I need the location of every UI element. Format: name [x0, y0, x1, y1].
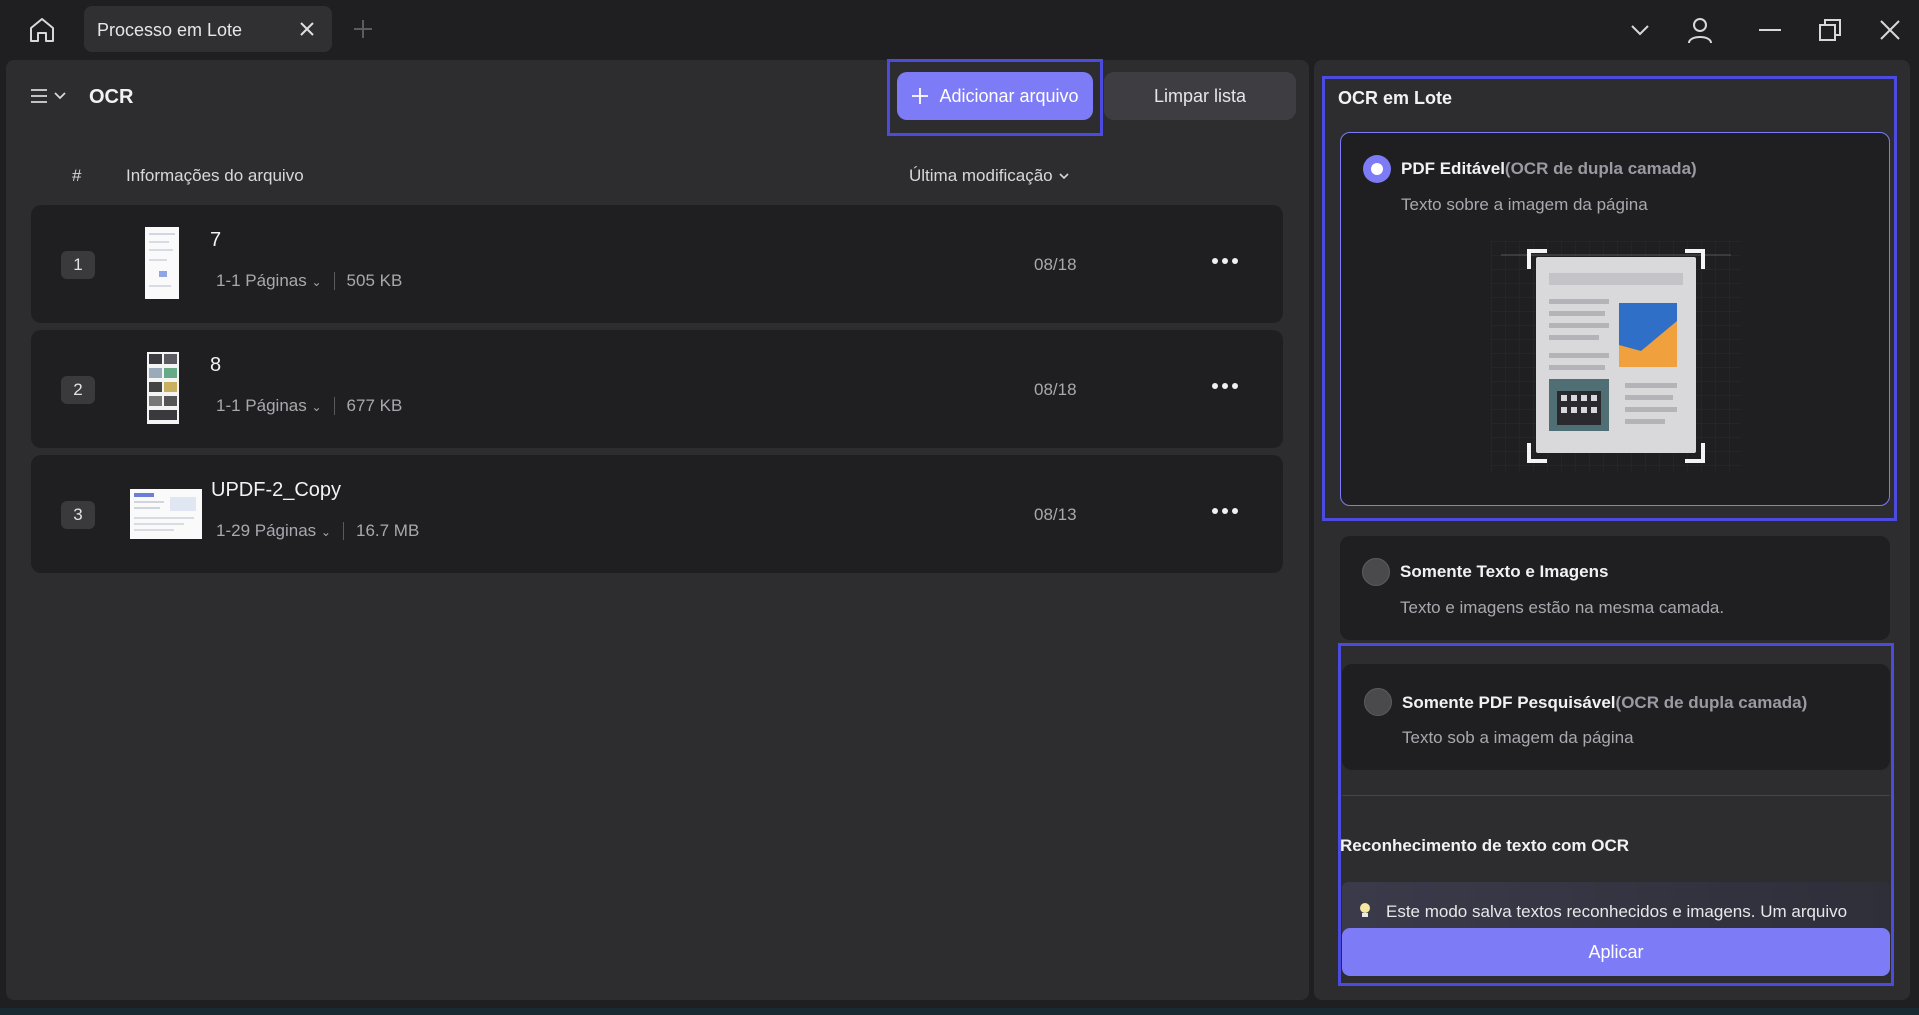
menu-button[interactable]: [30, 84, 72, 108]
ocr-settings-panel: OCR em Lote PDF Editável(OCR de dupla ca…: [1314, 60, 1910, 1000]
option-title-text: PDF Editável: [1401, 159, 1505, 178]
option-tag: (OCR de dupla camada): [1615, 693, 1808, 712]
file-row[interactable]: 3 UPDF-2_Copy 1-29 Páginas ⌄ 16.7 MB 08/…: [31, 455, 1283, 573]
file-meta: 1-1 Páginas ⌄ 505 KB: [216, 271, 402, 291]
chevron-down-icon: ⌄: [311, 275, 322, 289]
divider: [342, 522, 344, 540]
option-title: Somente PDF Pesquisável(OCR de dupla cam…: [1402, 693, 1807, 713]
restore-icon[interactable]: [1816, 16, 1844, 44]
clear-list-label: Limpar lista: [1153, 85, 1247, 106]
add-file-button[interactable]: Adicionar arquivo: [897, 72, 1093, 120]
option-tag: (OCR de dupla camada): [1504, 159, 1697, 178]
more-icon[interactable]: [1211, 257, 1239, 267]
page-range-select[interactable]: 1-29 Páginas ⌄: [216, 521, 331, 541]
file-date: 08/18: [1034, 380, 1077, 399]
option-description: Texto sob a imagem da página: [1402, 728, 1634, 747]
tip-text: Este modo salva textos reconhecidos e im…: [1386, 902, 1848, 921]
file-size: 677 KB: [346, 396, 403, 415]
file-thumbnail: [147, 352, 179, 424]
divider: [333, 397, 335, 415]
option-title: PDF Editável(OCR de dupla camada): [1401, 159, 1697, 179]
column-file-info: Informações do arquivo: [126, 166, 304, 185]
radio-unselected[interactable]: [1362, 558, 1390, 586]
file-row[interactable]: 1 7 1-1 Páginas ⌄ 505 KB 08/18: [31, 205, 1283, 323]
column-number: #: [72, 166, 82, 185]
file-date: 08/13: [1034, 505, 1077, 524]
radio-selected[interactable]: [1363, 155, 1391, 183]
file-row[interactable]: 2 8 1-1 Páginas ⌄ 677 KB 08/18: [31, 330, 1283, 448]
page-title: OCR: [89, 86, 134, 108]
file-size: 16.7 MB: [355, 521, 420, 540]
file-name: 8: [210, 354, 222, 376]
apply-button[interactable]: Aplicar: [1342, 928, 1890, 976]
column-last-modified[interactable]: Última modificação: [909, 166, 1069, 186]
chevron-down-icon: [1059, 172, 1069, 179]
plus-icon: [912, 88, 929, 104]
file-name: 7: [210, 229, 222, 251]
add-tab-icon[interactable]: [352, 18, 374, 40]
add-file-label: Adicionar arquivo: [939, 85, 1079, 106]
title-bar: Processo em Lote: [0, 0, 1919, 60]
option-searchable-pdf[interactable]: Somente PDF Pesquisável(OCR de dupla cam…: [1342, 664, 1890, 770]
file-meta: 1-29 Páginas ⌄ 16.7 MB: [216, 521, 419, 541]
user-icon[interactable]: [1686, 16, 1714, 44]
chevron-down-icon[interactable]: [1626, 16, 1654, 44]
home-icon[interactable]: [24, 14, 60, 46]
page-range-label: 1-1 Páginas: [216, 271, 307, 290]
more-icon[interactable]: [1211, 382, 1239, 392]
page-range-select[interactable]: 1-1 Páginas ⌄: [216, 396, 322, 416]
clear-list-button[interactable]: Limpar lista: [1104, 72, 1296, 120]
option-description: Texto e imagens estão na mesma camada.: [1400, 598, 1725, 617]
row-number: 1: [61, 251, 95, 279]
option-text-and-images[interactable]: Somente Texto e Imagens Texto e imagens …: [1340, 536, 1890, 640]
option-title-text: Somente Texto e Imagens: [1400, 562, 1609, 581]
file-date: 08/18: [1034, 255, 1077, 274]
column-last-modified-label: Última modificação: [909, 166, 1053, 185]
more-icon[interactable]: [1211, 507, 1239, 517]
close-window-icon[interactable]: [1876, 16, 1904, 44]
file-list-panel: OCR Adicionar arquivo Limpar lista # Inf…: [6, 59, 1309, 1000]
file-thumbnail: [130, 489, 202, 539]
chevron-down-icon: [54, 92, 66, 100]
file-thumbnail: [145, 227, 179, 299]
row-number: 2: [61, 376, 95, 404]
minimize-icon[interactable]: [1756, 16, 1784, 44]
row-number: 3: [61, 501, 95, 529]
divider: [1342, 795, 1890, 796]
tab-processo-em-lote[interactable]: Processo em Lote: [84, 6, 332, 52]
hamburger-icon: [31, 89, 47, 103]
file-meta: 1-1 Páginas ⌄ 677 KB: [216, 396, 402, 416]
panel-title: OCR em Lote: [1338, 88, 1453, 108]
chevron-down-icon: ⌄: [320, 525, 331, 539]
option-description: Texto sobre a imagem da página: [1401, 195, 1648, 214]
document-scan-illustration: [1491, 241, 1741, 473]
chevron-down-icon: ⌄: [311, 400, 322, 414]
status-strip: [0, 1008, 1919, 1015]
option-title-text: Somente PDF Pesquisável: [1402, 693, 1616, 712]
option-editable-pdf[interactable]: PDF Editável(OCR de dupla camada) Texto …: [1340, 132, 1890, 506]
close-icon[interactable]: [298, 20, 316, 38]
ocr-section-title: Reconhecimento de texto com OCR: [1340, 836, 1630, 855]
apply-label: Aplicar: [1588, 941, 1644, 962]
page-range-select[interactable]: 1-1 Páginas ⌄: [216, 271, 322, 291]
tab-label: Processo em Lote: [97, 20, 243, 40]
page-range-label: 1-1 Páginas: [216, 396, 307, 415]
divider: [333, 272, 335, 290]
file-name: UPDF-2_Copy: [211, 479, 342, 501]
file-size: 505 KB: [346, 271, 403, 290]
page-range-label: 1-29 Páginas: [216, 521, 317, 540]
option-title: Somente Texto e Imagens: [1400, 562, 1608, 582]
radio-unselected[interactable]: [1364, 688, 1392, 716]
lightbulb-icon: [1358, 902, 1372, 920]
